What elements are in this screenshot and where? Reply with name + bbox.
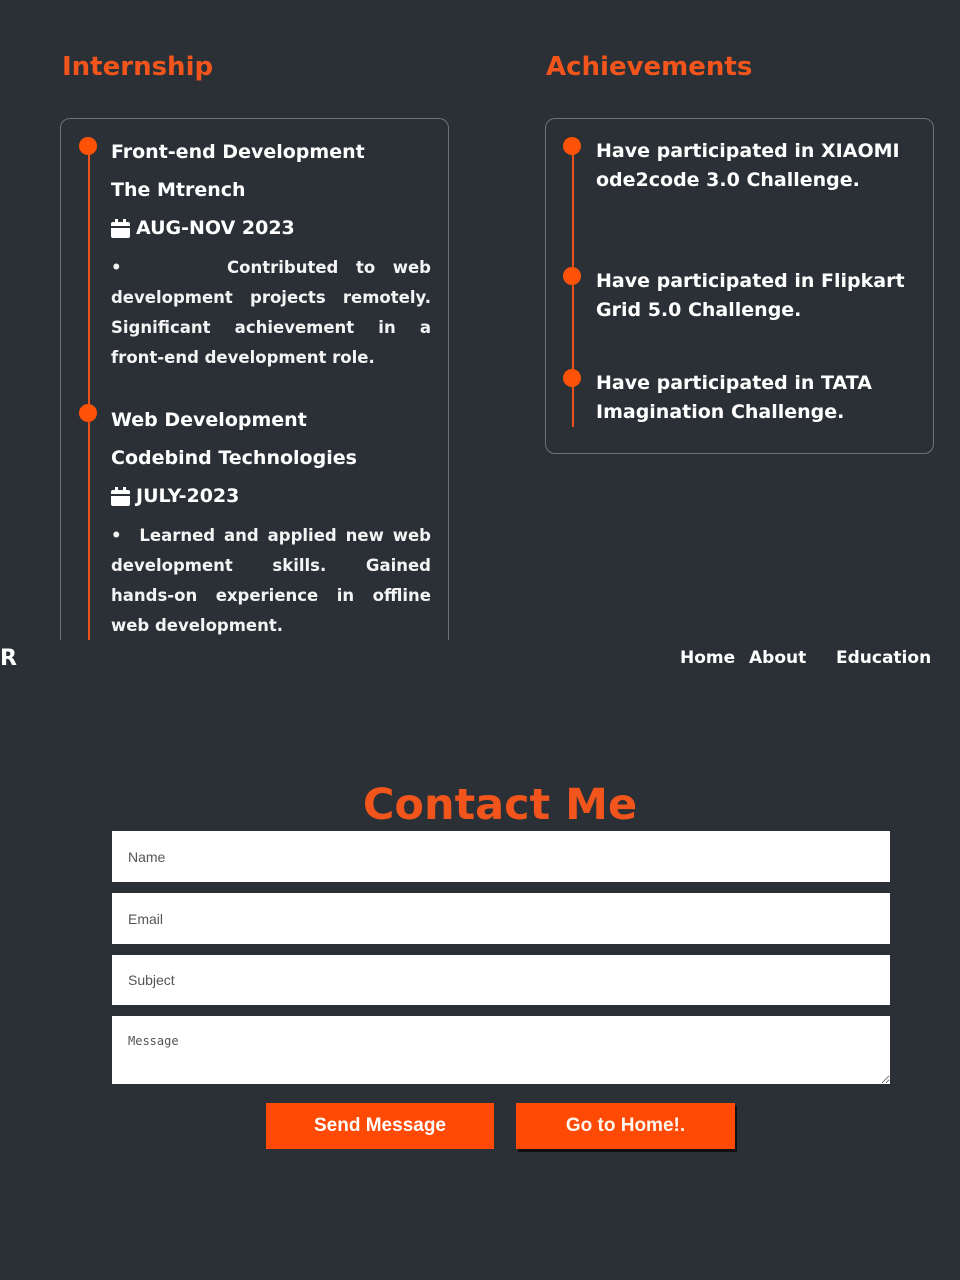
nav-link-about[interactable]: About <box>749 648 806 668</box>
internship-date-text: JULY-2023 <box>136 485 240 507</box>
navbar: R Home About Education <box>0 640 960 680</box>
resume-top-section: Internship Achievements Front-end Develo… <box>0 0 960 640</box>
internship-company: Codebind Technologies <box>111 447 357 469</box>
logo[interactable]: R <box>0 646 17 671</box>
go-home-button[interactable]: Go to Home!. <box>516 1103 735 1149</box>
email-input[interactable] <box>112 893 890 944</box>
internship-card: Front-end Development The Mtrench AUG-NO… <box>60 118 449 640</box>
nav-link-education[interactable]: Education <box>836 648 931 668</box>
achievement-item: Have participated in Flipkart Grid 5.0 C… <box>596 270 905 321</box>
calendar-icon <box>111 218 130 238</box>
timeline-line <box>88 141 90 640</box>
contact-heading: Contact Me <box>362 780 638 830</box>
internship-entry: Web Development Codebind Technologies JU… <box>111 401 431 640</box>
internship-date-text: AUG-NOV 2023 <box>136 217 295 239</box>
internship-date: AUG-NOV 2023 <box>111 209 431 247</box>
calendar-icon <box>111 486 130 506</box>
message-textarea[interactable] <box>112 1016 890 1084</box>
internship-entry: Front-end Development The Mtrench AUG-NO… <box>111 133 431 373</box>
internship-heading: Internship <box>62 52 214 82</box>
timeline-dot <box>79 404 97 422</box>
achievements-heading: Achievements <box>546 52 753 82</box>
timeline-dot <box>563 369 581 387</box>
internship-date: JULY-2023 <box>111 477 431 515</box>
timeline-dot <box>563 267 581 285</box>
name-input[interactable] <box>112 831 890 882</box>
send-message-button[interactable]: Send Message <box>266 1103 494 1149</box>
achievement-item: Have participated in XIAOMI ode2code 3.0… <box>596 140 900 191</box>
subject-input[interactable] <box>112 955 890 1005</box>
achievements-card: Have participated in XIAOMI ode2code 3.0… <box>545 118 934 454</box>
internship-company: The Mtrench <box>111 179 246 201</box>
internship-description: • Contributed to web development project… <box>111 258 431 367</box>
timeline-dot <box>563 137 581 155</box>
achievement-item: Have participated in TATA Imagination Ch… <box>596 372 872 423</box>
nav-link-home[interactable]: Home <box>680 648 735 668</box>
timeline-dot <box>79 137 97 155</box>
internship-description: • Learned and applied new web developmen… <box>111 526 431 635</box>
internship-role: Web Development <box>111 409 307 431</box>
internship-role: Front-end Development <box>111 141 365 163</box>
